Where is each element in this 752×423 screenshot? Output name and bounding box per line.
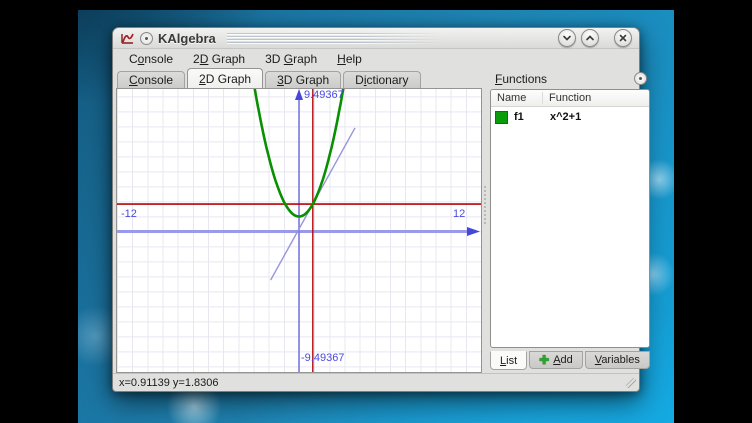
tab-console[interactable]: Console [117, 71, 185, 88]
titlebar-stripes-decoration [227, 33, 442, 44]
tab-widget: Console 2D Graph 3D Graph Dictionary [116, 68, 482, 373]
column-name: Name [491, 92, 543, 104]
tab-2d-graph[interactable]: 2D Graph [187, 68, 263, 88]
menu-2d-graph[interactable]: 2D Graph [185, 51, 253, 67]
kalgebra-window: KAlgebra Console 2D Graph [112, 27, 640, 392]
functions-panel-tabs: List ✚Add Variables [488, 351, 652, 373]
tab-3d-graph[interactable]: 3D Graph [265, 71, 341, 88]
y-max-label: 9.49367 [304, 90, 344, 101]
statusbar: x=0.91139 y=1.8306 [113, 373, 639, 391]
maximize-button[interactable] [581, 29, 599, 47]
close-x-icon [617, 32, 629, 44]
function-expression: x^2+1 [543, 111, 581, 123]
titlebar[interactable]: KAlgebra [113, 28, 639, 49]
resize-grip[interactable] [626, 378, 636, 388]
plus-icon: ✚ [539, 355, 549, 365]
x-axis-arrow-icon [467, 227, 480, 236]
panel-splitter[interactable] [482, 68, 488, 373]
functions-panel: Functions Name Function f1 x^2+1 List [488, 68, 652, 373]
cursor-coordinates: x=0.91139 y=1.8306 [119, 377, 219, 389]
function-name: f1 [514, 111, 543, 123]
tab-list[interactable]: List [490, 351, 527, 370]
tabbar: Console 2D Graph 3D Graph Dictionary [116, 68, 482, 88]
kalgebra-app-icon [120, 31, 135, 46]
window-title: KAlgebra [158, 31, 216, 46]
function-row[interactable]: f1 x^2+1 [491, 107, 649, 127]
functions-list-header[interactable]: Name Function [491, 90, 649, 107]
minimize-button[interactable] [558, 29, 576, 47]
y-min-label: -9.49367 [301, 353, 344, 364]
tab-variables[interactable]: Variables [585, 351, 650, 369]
menubar: Console 2D Graph 3D Graph Help [113, 49, 639, 68]
plot-svg [117, 89, 481, 373]
menu-help[interactable]: Help [329, 51, 370, 67]
dock-detach-icon[interactable] [634, 72, 647, 85]
graph-canvas[interactable]: 9.49367 -9.49367 -12 12 [116, 88, 482, 373]
functions-list: Name Function f1 x^2+1 [490, 89, 650, 348]
menu-3d-graph[interactable]: 3D Graph [257, 51, 325, 67]
x-max-label: 12 [453, 209, 465, 220]
close-button[interactable] [614, 29, 632, 47]
chevron-up-icon [584, 32, 596, 44]
chevron-down-icon [561, 32, 573, 44]
desktop-background: KAlgebra Console 2D Graph [0, 0, 752, 423]
function-color-swatch [495, 111, 508, 124]
tab-add[interactable]: ✚Add [529, 351, 583, 369]
x-min-label: -12 [121, 209, 137, 220]
tab-dictionary[interactable]: Dictionary [343, 71, 420, 88]
functions-panel-title: Functions [495, 72, 547, 86]
y-axis-arrow-icon [295, 89, 303, 100]
functions-panel-header: Functions [488, 69, 652, 88]
column-function: Function [543, 92, 649, 104]
main-area: Console 2D Graph 3D Graph Dictionary [113, 68, 639, 373]
window-menu-icon[interactable] [140, 32, 153, 45]
menu-console[interactable]: Console [121, 51, 181, 67]
